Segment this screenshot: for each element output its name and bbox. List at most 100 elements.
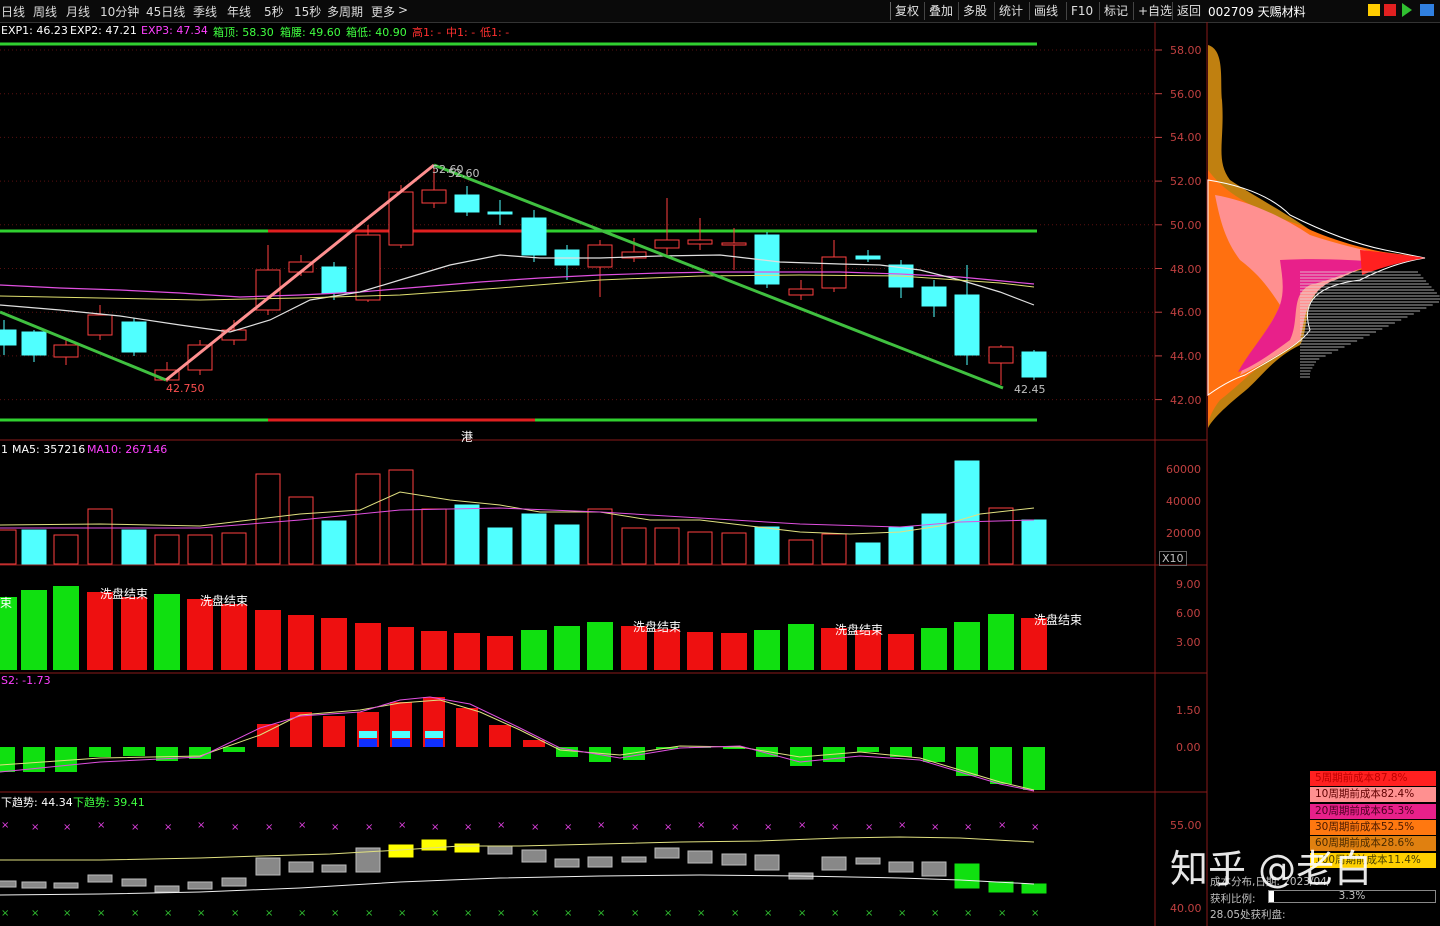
ind1-axis-9: 9.00 bbox=[1176, 578, 1201, 591]
trend-marker-top: × bbox=[564, 822, 572, 833]
ind1-bar bbox=[754, 630, 780, 670]
volume-bar bbox=[587, 508, 613, 565]
macd-bar bbox=[990, 747, 1012, 784]
trend-marker-bottom: × bbox=[1, 908, 9, 919]
trend-marker-bottom: × bbox=[298, 908, 306, 919]
ind1-bar bbox=[87, 592, 113, 670]
ind1-bar bbox=[888, 634, 914, 670]
trend-marker-bottom: × bbox=[31, 908, 39, 919]
trend-marker-top: × bbox=[664, 822, 672, 833]
trend-marker-bottom: × bbox=[631, 908, 639, 919]
ind1-bar bbox=[21, 590, 47, 670]
trend-marker-top: × bbox=[31, 822, 39, 833]
volume-bar bbox=[454, 504, 480, 565]
trend-marker-bottom: × bbox=[831, 908, 839, 919]
trend-marker-bottom: × bbox=[697, 908, 705, 919]
ind1-bar bbox=[788, 624, 814, 670]
macd-bar bbox=[456, 708, 478, 747]
trend-marker-top: × bbox=[197, 820, 205, 831]
wash-end-label: 洗盘结束 bbox=[200, 594, 249, 608]
price-axis-tick: 48.00 bbox=[1170, 262, 1202, 276]
trend-marker-top: × bbox=[497, 820, 505, 831]
trend-marker-top: × bbox=[597, 820, 605, 831]
volume-bar bbox=[621, 527, 647, 565]
vol-axis-20000: 20000 bbox=[1166, 527, 1201, 540]
wash-end-label: 洗盘结束 bbox=[1034, 613, 1083, 627]
macd-highlight bbox=[392, 739, 410, 747]
price-axis-tick: 56.00 bbox=[1170, 87, 1202, 101]
price-axis-tick: 54.00 bbox=[1170, 131, 1202, 145]
ind1-bar bbox=[554, 626, 580, 670]
macd-bar bbox=[857, 747, 879, 752]
candle-body bbox=[921, 286, 947, 307]
trend-marker-top: × bbox=[1031, 822, 1039, 833]
trend-marker-bottom: × bbox=[998, 908, 1006, 919]
macd-highlight bbox=[425, 731, 443, 738]
trend-box bbox=[721, 853, 747, 866]
ind1-bar bbox=[255, 610, 281, 670]
vol-ma10-label: MA10: 267146 bbox=[87, 443, 168, 456]
volume-bar bbox=[53, 534, 79, 565]
volume-bar bbox=[487, 527, 513, 565]
trend-box bbox=[87, 874, 113, 883]
ind1-bar bbox=[421, 631, 447, 670]
trend-marker-top: × bbox=[63, 822, 71, 833]
macd-bar bbox=[0, 747, 15, 772]
trend-box bbox=[1021, 883, 1047, 894]
watermark: 知乎 @老白 bbox=[1170, 847, 1373, 891]
trend-marker-top: × bbox=[398, 820, 406, 831]
trend-marker-bottom: × bbox=[97, 908, 105, 919]
ind1-axis-6: 6.00 bbox=[1176, 607, 1201, 620]
volume-bar bbox=[0, 529, 17, 565]
wash-end-label: 洗盘结束 bbox=[633, 620, 682, 634]
trend-marker-bottom: × bbox=[265, 908, 273, 919]
cost-row: 5周期前成本87.8% bbox=[1310, 771, 1436, 786]
vol-ma5-label: MA5: 357216 bbox=[12, 443, 86, 456]
trend-marker-bottom: × bbox=[531, 908, 539, 919]
cost-row: 10周期前成本82.4% bbox=[1310, 787, 1436, 803]
trend-marker-top: × bbox=[898, 820, 906, 831]
trend-box bbox=[121, 878, 147, 887]
price-axis-tick: 52.00 bbox=[1170, 175, 1202, 189]
ma-line-yellow bbox=[0, 274, 1035, 301]
trend-marker-bottom: × bbox=[497, 908, 505, 919]
down-trend-line bbox=[433, 163, 1004, 390]
ind1-bar bbox=[288, 615, 314, 670]
volume-bar bbox=[821, 533, 847, 565]
low-price-mark-2: 42.45 bbox=[1014, 383, 1046, 396]
candle-body bbox=[421, 189, 447, 204]
candle-body bbox=[321, 266, 347, 294]
macd-highlight bbox=[359, 739, 377, 747]
volume-bar bbox=[721, 532, 747, 565]
trend-marker-bottom: × bbox=[798, 908, 806, 919]
trend-box bbox=[321, 864, 347, 873]
trend-box bbox=[221, 877, 247, 887]
cost-row: 20周期前成本65.3% bbox=[1310, 803, 1436, 819]
trend-box bbox=[921, 861, 947, 877]
ind1-bar bbox=[321, 618, 347, 670]
volume-bar bbox=[121, 529, 147, 565]
kline-chart[interactable]: × × × × × × × × × × × × × × × × × × × × × × × × × × × × × × × × × × × × × × × ×… bbox=[0, 0, 1440, 926]
trend-marker-bottom: × bbox=[131, 908, 139, 919]
ind1-bar bbox=[454, 633, 480, 670]
ind1-bar bbox=[721, 633, 747, 670]
ind1-bar bbox=[121, 597, 147, 670]
volume-bar bbox=[788, 539, 814, 565]
cost-row: 30周期前成本52.5% bbox=[1310, 819, 1436, 835]
trend-box bbox=[654, 847, 680, 859]
candle-body bbox=[654, 239, 680, 249]
candle-body bbox=[721, 242, 747, 246]
ind1-axis-3: 3.00 bbox=[1176, 636, 1201, 649]
trend-box bbox=[288, 861, 314, 873]
macd-bar bbox=[89, 747, 111, 757]
trend-box bbox=[821, 856, 847, 871]
ind1-bar bbox=[487, 636, 513, 670]
ind1-bar bbox=[921, 628, 947, 670]
vol-axis-40000: 40000 bbox=[1166, 495, 1201, 508]
candle-body bbox=[21, 331, 47, 356]
volume-bar bbox=[521, 513, 547, 565]
trend-marker-top: × bbox=[464, 822, 472, 833]
ind2-axis-150: 1.50 bbox=[1176, 704, 1201, 717]
up-trend-line bbox=[165, 163, 435, 382]
profit-at-price: 28.05处获利盘: bbox=[1210, 909, 1286, 921]
